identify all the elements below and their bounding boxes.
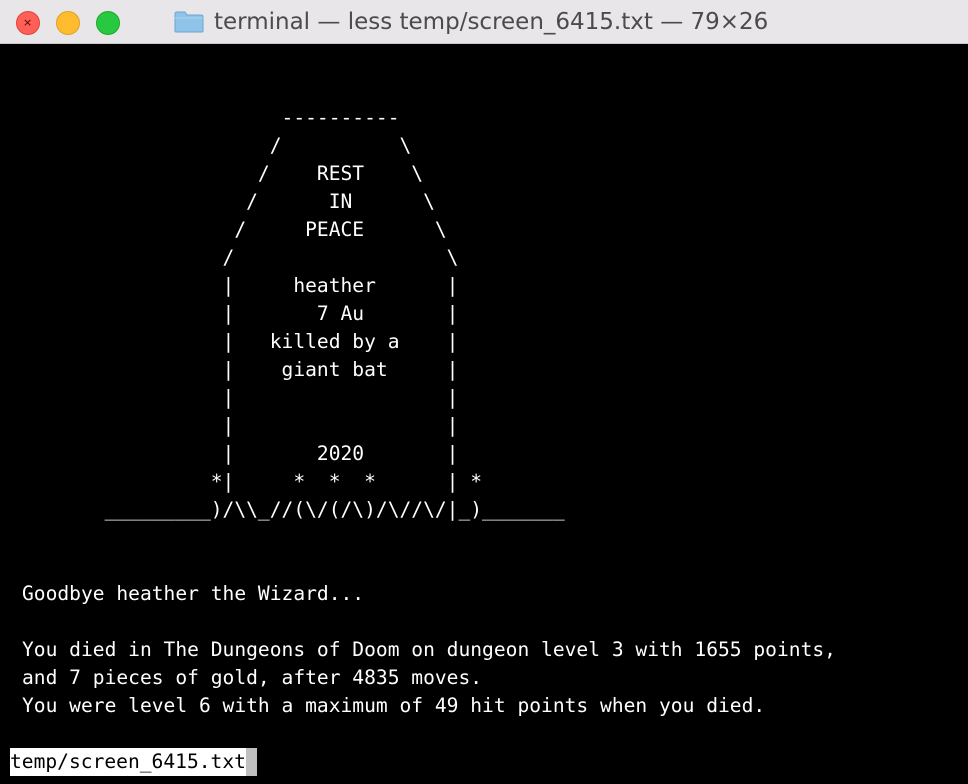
terminal-output: ---------- / \ / REST \ / IN \ / PEACE \… bbox=[22, 104, 836, 720]
prompt-filename: temp/screen_6415.txt bbox=[10, 750, 246, 773]
message-line bbox=[22, 524, 836, 552]
tombstone-line: | 7 Au | bbox=[22, 302, 459, 325]
minimize-button[interactable] bbox=[56, 11, 80, 35]
tombstone-line: | 2020 | bbox=[22, 442, 459, 465]
tombstone-line: ---------- bbox=[22, 106, 400, 129]
title-bar[interactable]: × terminal — less temp/screen_6415.txt —… bbox=[0, 0, 968, 44]
message-line: You died in The Dungeons of Doom on dung… bbox=[22, 638, 836, 661]
text-cursor bbox=[245, 748, 257, 776]
close-icon: × bbox=[23, 16, 33, 29]
tombstone-line: | | bbox=[22, 386, 459, 409]
tombstone-line: | giant bat | bbox=[22, 358, 459, 381]
window-title: terminal — less temp/screen_6415.txt — 7… bbox=[214, 9, 769, 35]
less-prompt[interactable]: temp/screen_6415.txt bbox=[10, 748, 257, 776]
terminal-window: × terminal — less temp/screen_6415.txt —… bbox=[0, 0, 968, 784]
tombstone-line: / IN \ bbox=[22, 190, 435, 213]
tombstone-line: / \ bbox=[22, 246, 459, 269]
tombstone-line: *| * * * | * bbox=[22, 470, 483, 493]
tombstone-line: | | bbox=[22, 414, 459, 437]
tombstone-line: / PEACE \ bbox=[22, 218, 447, 241]
message-line bbox=[22, 552, 836, 580]
message-line bbox=[22, 608, 836, 636]
message-line: Goodbye heather the Wizard... bbox=[22, 582, 365, 605]
tombstone-line: | killed by a | bbox=[22, 330, 459, 353]
tombstone-line: / REST \ bbox=[22, 162, 424, 185]
tombstone-line: _________)/\\_//(\/(/\)/\//\/|_)_______ bbox=[22, 498, 565, 521]
tombstone-line: | heather | bbox=[22, 274, 459, 297]
maximize-button[interactable] bbox=[96, 11, 120, 35]
tombstone-line: / \ bbox=[22, 134, 412, 157]
folder-icon bbox=[174, 11, 204, 33]
close-button[interactable]: × bbox=[16, 11, 40, 35]
message-line: You were level 6 with a maximum of 49 hi… bbox=[22, 694, 766, 717]
message-line: and 7 pieces of gold, after 4835 moves. bbox=[22, 666, 483, 689]
